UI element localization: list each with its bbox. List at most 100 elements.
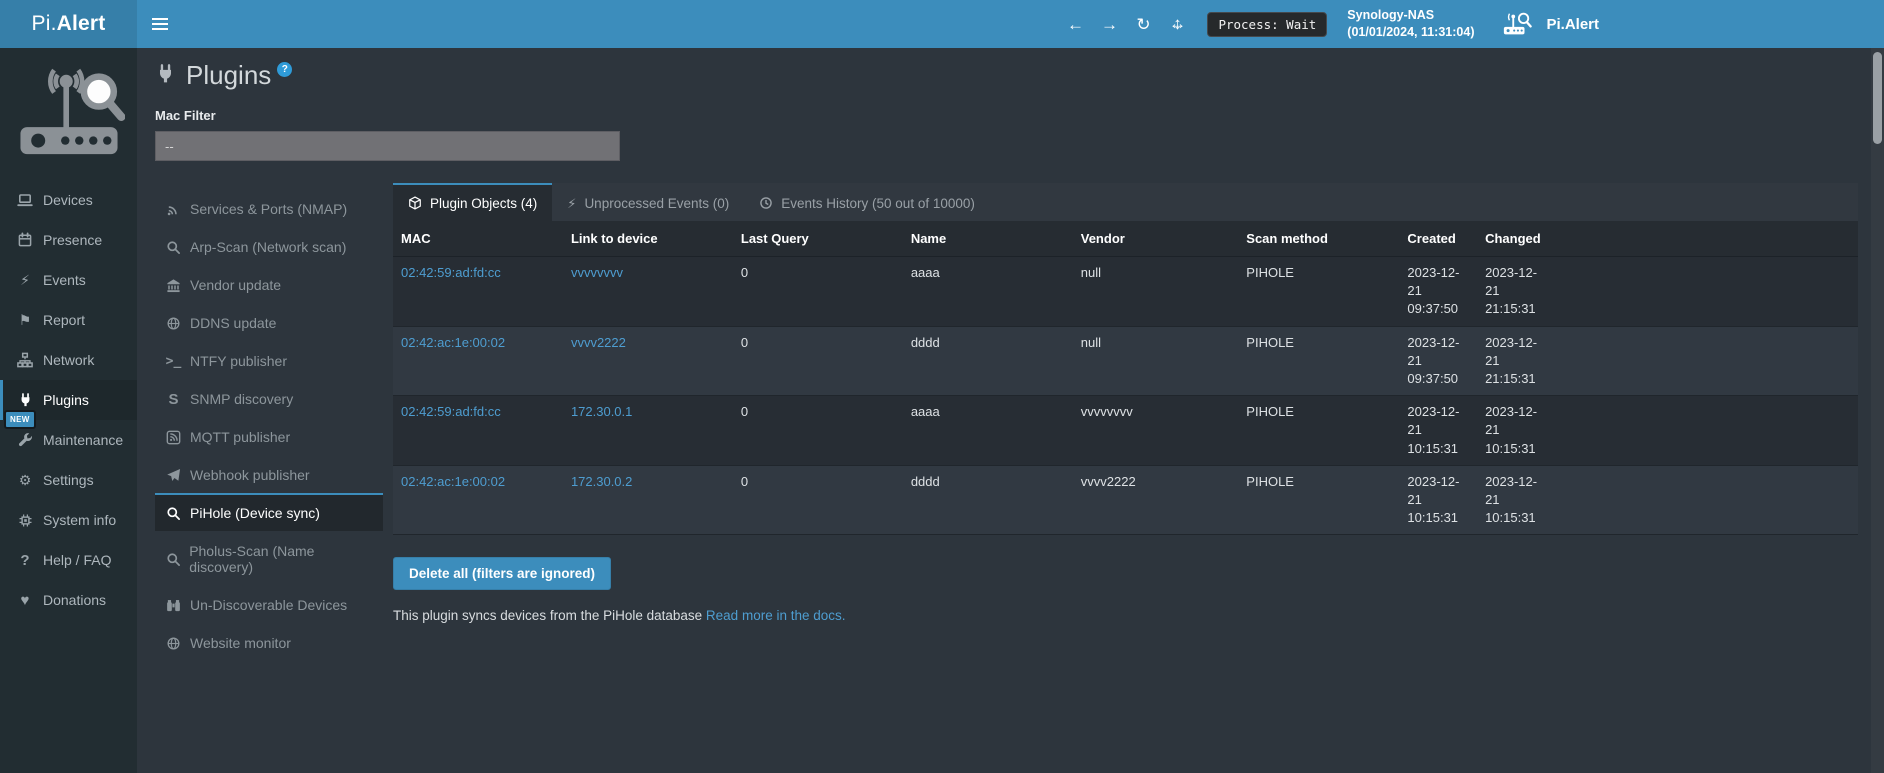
device-link[interactable]: 172.30.0.1 — [571, 404, 632, 419]
sidebar-item-system-info[interactable]: System info — [0, 500, 137, 540]
delete-all-button[interactable]: Delete all (filters are ignored) — [393, 557, 611, 590]
plugin-nav-item-website-monitor[interactable]: Website monitor — [155, 623, 383, 661]
read-more-link[interactable]: Read more in the docs. — [706, 608, 846, 623]
table-row: 02:42:ac:1e:00:02 172.30.0.2 0 dddd vvvv… — [393, 465, 1858, 535]
plugin-nav-item-mqtt-publisher[interactable]: MQTT publisher — [155, 417, 383, 455]
scrollbar-thumb[interactable] — [1873, 52, 1882, 144]
top-navbar: Pi.Alert ← → ↻ ↔↕ Process: Wait Synology… — [0, 0, 1884, 48]
table-row: 02:42:59:ad:fd:cc 172.30.0.1 0 aaaa vvvv… — [393, 396, 1858, 466]
page-title: Plugins — [186, 62, 271, 88]
name-cell: aaaa — [903, 396, 1073, 466]
nav-forward-icon[interactable]: → — [1099, 16, 1119, 33]
brand-suffix: Alert — [57, 12, 106, 36]
heart-icon: ♥ — [16, 593, 34, 608]
sidebar-item-help-faq[interactable]: ? Help / FAQ — [0, 540, 137, 580]
tab-unprocessed-events[interactable]: ⚡ Unprocessed Events (0) — [552, 183, 744, 221]
sidebar-item-label: Help / FAQ — [43, 552, 111, 568]
plugin-nav-label: PiHole (Device sync) — [190, 505, 320, 521]
magnifier-icon — [165, 240, 182, 255]
content-area: Plugins ? Mac Filter Services & Ports (N… — [137, 48, 1884, 773]
navbar-right-group: ← → ↻ ↔↕ Process: Wait Synology-NAS (01/… — [1065, 0, 1884, 48]
column-header-created: Created — [1399, 221, 1477, 257]
created-cell: 2023-12-21 10:15:31 — [1399, 465, 1477, 535]
plugin-nav-item-pholus-scan[interactable]: Pholus-Scan (Name discovery) — [155, 531, 383, 585]
microchip-icon — [16, 513, 34, 528]
sidebar-item-network[interactable]: Network — [0, 340, 137, 380]
plugin-nav-item-webhook-publisher[interactable]: Webhook publisher — [155, 455, 383, 493]
changed-cell: 2023-12-21 10:15:31 — [1477, 396, 1559, 466]
bolt-icon: ⚡ — [567, 197, 576, 210]
mac-link[interactable]: 02:42:59:ad:fd:cc — [401, 265, 501, 280]
plugin-nav-item-arp-scan[interactable]: Arp-Scan (Network scan) — [155, 227, 383, 265]
paper-plane-icon — [165, 468, 182, 483]
scan-method-cell: PIHOLE — [1238, 257, 1399, 327]
plugin-description-text: This plugin syncs devices from the PiHol… — [393, 608, 702, 623]
rss-icon — [165, 430, 182, 445]
sidebar-item-devices[interactable]: Devices — [0, 180, 137, 220]
mac-filter-input[interactable] — [155, 131, 620, 161]
plugin-nav-label: DDNS update — [190, 315, 276, 331]
sidebar-item-label: Events — [43, 272, 86, 288]
sidebar-item-events[interactable]: ⚡ Events — [0, 260, 137, 300]
refresh-icon[interactable]: ↻ — [1133, 16, 1153, 33]
sidebar-item-donations[interactable]: ♥ Donations — [0, 580, 137, 620]
scan-method-cell: PIHOLE — [1238, 326, 1399, 396]
help-badge[interactable]: ? — [277, 62, 292, 77]
sidebar-menu: Devices Presence ⚡ Events ⚑ Report Net — [0, 180, 137, 620]
mac-link[interactable]: 02:42:59:ad:fd:cc — [401, 404, 501, 419]
globe-icon — [165, 316, 182, 331]
terminal-icon: >_ — [165, 355, 182, 368]
tab-plugin-objects[interactable]: Plugin Objects (4) — [393, 183, 552, 221]
move-vertical-glyph: ↕ — [1167, 14, 1187, 34]
plugin-panel: Plugin Objects (4) ⚡ Unprocessed Events … — [393, 183, 1858, 623]
sidebar-toggle-button[interactable] — [137, 0, 183, 48]
plugin-nav-item-ntfy-publisher[interactable]: >_ NTFY publisher — [155, 341, 383, 379]
plugin-description: This plugin syncs devices from the PiHol… — [393, 608, 1858, 623]
sidebar-item-settings[interactable]: ⚙ Settings — [0, 460, 137, 500]
tab-events-history[interactable]: Events History (50 out of 10000) — [744, 183, 990, 221]
last-query-cell: 0 — [733, 396, 903, 466]
created-cell: 2023-12-21 09:37:50 — [1399, 326, 1477, 396]
bank-icon — [165, 278, 182, 293]
mac-link[interactable]: 02:42:ac:1e:00:02 — [401, 474, 505, 489]
sidebar-item-maintenance[interactable]: NEW Maintenance — [0, 420, 137, 460]
plugin-nav-label: MQTT publisher — [190, 429, 290, 445]
nav-back-icon[interactable]: ← — [1065, 16, 1085, 33]
column-header-mac: MAC — [393, 221, 563, 257]
magnifier-icon — [165, 552, 181, 567]
device-link[interactable]: vvvvvvvv — [571, 265, 623, 280]
brand-logo[interactable]: Pi.Alert — [0, 0, 137, 48]
mac-link[interactable]: 02:42:ac:1e:00:02 — [401, 335, 505, 350]
plugin-nav-item-snmp-discovery[interactable]: S SNMP discovery — [155, 379, 383, 417]
plugin-nav-item-ddns-update[interactable]: DDNS update — [155, 303, 383, 341]
vendor-cell: null — [1073, 257, 1239, 327]
plugin-nav-label: NTFY publisher — [190, 353, 287, 369]
wrench-icon — [16, 433, 34, 448]
table-header: MAC Link to device Last Query Name Vendo… — [393, 221, 1858, 257]
device-link[interactable]: 172.30.0.2 — [571, 474, 632, 489]
sidebar-item-presence[interactable]: Presence — [0, 220, 137, 260]
plugin-nav-item-undiscoverable-devices[interactable]: Un-Discoverable Devices — [155, 585, 383, 623]
table-body: 02:42:59:ad:fd:cc vvvvvvvv 0 aaaa null P… — [393, 257, 1858, 535]
cube-icon — [408, 196, 422, 210]
clock-icon — [759, 196, 773, 210]
plugin-nav-label: Webhook publisher — [190, 467, 310, 483]
plug-icon — [155, 64, 176, 85]
plugin-nav-item-vendor-update[interactable]: Vendor update — [155, 265, 383, 303]
plugin-nav-item-services-ports[interactable]: Services & Ports (NMAP) — [155, 189, 383, 227]
tab-bar: Plugin Objects (4) ⚡ Unprocessed Events … — [393, 183, 1858, 221]
column-header-vendor: Vendor — [1073, 221, 1239, 257]
move-arrows-icon[interactable]: ↔↕ — [1167, 14, 1187, 34]
scrollbar-track[interactable] — [1871, 48, 1884, 773]
sidebar-item-label: Network — [43, 352, 94, 368]
plugin-nav-label: SNMP discovery — [190, 391, 293, 407]
laptop-icon — [16, 192, 34, 208]
sidebar: Devices Presence ⚡ Events ⚑ Report Net — [0, 48, 137, 773]
device-link[interactable]: vvvv2222 — [571, 335, 626, 350]
sidebar-item-report[interactable]: ⚑ Report — [0, 300, 137, 340]
question-icon: ? — [16, 553, 34, 568]
vendor-cell: vvvv2222 — [1073, 465, 1239, 535]
plugin-nav-item-pihole-device-sync[interactable]: PiHole (Device sync) — [155, 493, 383, 531]
calendar-icon — [16, 232, 34, 248]
scan-method-cell: PIHOLE — [1238, 465, 1399, 535]
